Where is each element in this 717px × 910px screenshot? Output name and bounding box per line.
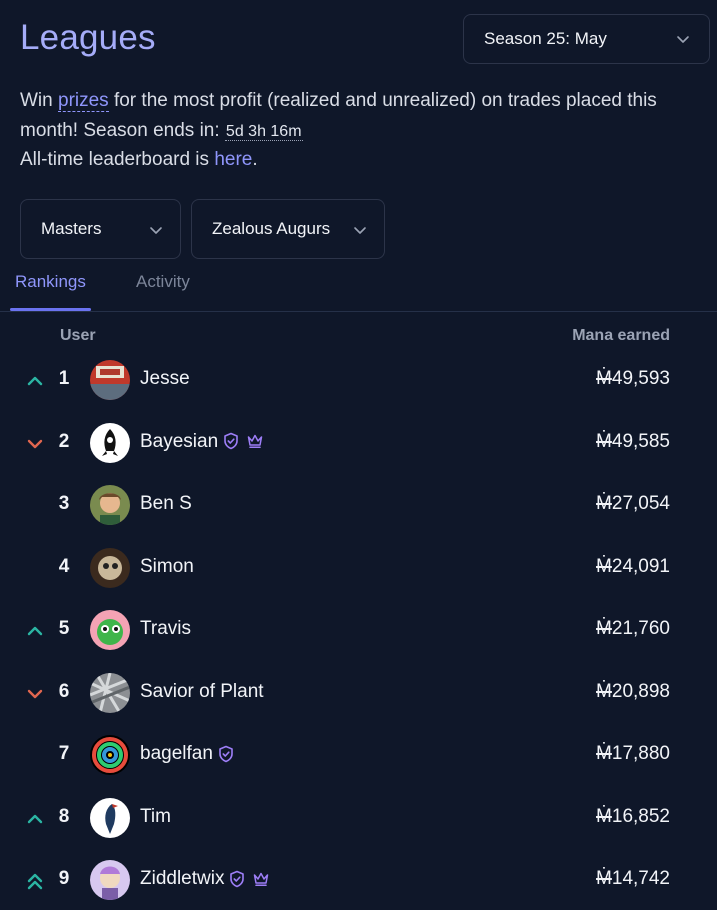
user-name-link[interactable]: Simon: [140, 556, 194, 578]
rank-number: 2: [58, 430, 70, 452]
alltime-leaderboard-text: All-time leaderboard is here.: [20, 149, 258, 170]
rank-number: 4: [58, 555, 70, 577]
user-name-link[interactable]: Ziddletwix: [140, 868, 270, 890]
table-row: 8 Tim Ṁ16,852: [0, 793, 717, 855]
rank-number: 6: [58, 680, 70, 702]
cohort-select[interactable]: Zealous Augurs: [191, 199, 385, 259]
trend-double-up-icon: [24, 870, 46, 892]
avatar[interactable]: [90, 485, 130, 525]
table-row: 2 Bayesian Ṁ49,585: [0, 418, 717, 480]
tab-rankings[interactable]: Rankings: [15, 272, 86, 292]
division-select-label: Masters: [41, 219, 102, 238]
season-select-label: Season 25: May: [484, 29, 607, 48]
table-row: 3 Ben S Ṁ27,054: [0, 480, 717, 542]
table-row: 9 Ziddletwix Ṁ14,742: [0, 855, 717, 910]
table-row: 4 Simon Ṁ24,091: [0, 543, 717, 605]
table-row: 5 Travis Ṁ21,760: [0, 605, 717, 667]
mana-earned: Ṁ21,760: [596, 618, 670, 639]
rank-number: 3: [58, 493, 70, 514]
avatar[interactable]: [90, 735, 130, 775]
user-name-link[interactable]: Ben S: [140, 493, 192, 515]
user-name-link[interactable]: Jesse: [140, 368, 190, 390]
mana-earned: Ṁ16,852: [596, 805, 670, 827]
rank-number: 7: [58, 743, 70, 764]
tab-activity[interactable]: Activity: [136, 272, 190, 292]
shield-check-icon: [217, 745, 235, 763]
avatar[interactable]: [90, 672, 130, 713]
season-description: Win prizes for the most profit (realized…: [20, 90, 657, 141]
chevron-down-icon: [677, 36, 689, 43]
user-name-link[interactable]: Bayesian: [140, 431, 264, 453]
shield-check-icon: [222, 432, 240, 450]
mana-earned: Ṁ17,880: [596, 743, 670, 764]
chevron-down-icon: [354, 227, 366, 234]
table-row: 6 Savior of Plant Ṁ20,898: [0, 668, 717, 730]
trend-up-icon: [24, 808, 46, 830]
rank-number: 5: [58, 618, 70, 639]
mana-earned: Ṁ27,054: [596, 493, 670, 514]
mana-earned: Ṁ49,585: [596, 430, 670, 452]
trend-down-icon: [24, 683, 46, 705]
mana-earned: Ṁ49,593: [596, 368, 670, 389]
mana-earned: Ṁ24,091: [596, 555, 670, 577]
mana-earned: Ṁ20,898: [596, 680, 670, 702]
mana-earned: Ṁ14,742: [596, 868, 670, 889]
rank-number: 9: [58, 868, 70, 889]
avatar[interactable]: [90, 360, 130, 400]
active-tab-indicator: [10, 308, 91, 311]
trend-up-icon: [24, 370, 46, 392]
crown-icon: [246, 432, 264, 450]
season-select[interactable]: Season 25: May: [463, 14, 710, 64]
avatar[interactable]: [90, 547, 130, 588]
avatar[interactable]: [90, 860, 130, 900]
alltime-leaderboard-link[interactable]: here: [214, 149, 252, 170]
crown-icon: [252, 870, 270, 888]
division-select[interactable]: Masters: [20, 199, 181, 259]
shield-check-icon: [228, 870, 246, 888]
rank-number: 8: [58, 805, 70, 827]
column-header-user: User: [60, 327, 96, 344]
user-name-link[interactable]: Travis: [140, 618, 191, 640]
user-name-link[interactable]: Savior of Plant: [140, 681, 264, 703]
table-row: 1 Jesse Ṁ49,593: [0, 355, 717, 417]
season-countdown: 5d 3h 16m: [224, 123, 303, 141]
chevron-down-icon: [150, 227, 162, 234]
trend-up-icon: [24, 620, 46, 642]
user-name-link[interactable]: bagelfan: [140, 743, 235, 765]
avatar[interactable]: [90, 610, 130, 650]
avatar[interactable]: [90, 422, 130, 463]
rank-number: 1: [58, 368, 70, 389]
trend-down-icon: [24, 433, 46, 455]
page-title: Leagues: [20, 18, 156, 57]
tab-bar: Rankings Activity: [0, 262, 717, 312]
avatar[interactable]: [90, 797, 130, 838]
column-header-mana: Mana earned: [572, 327, 670, 344]
prizes-link[interactable]: prizes: [58, 90, 109, 112]
table-row: 7 bagelfan Ṁ17,880: [0, 730, 717, 792]
cohort-select-label: Zealous Augurs: [212, 219, 331, 238]
user-name-link[interactable]: Tim: [140, 806, 171, 828]
